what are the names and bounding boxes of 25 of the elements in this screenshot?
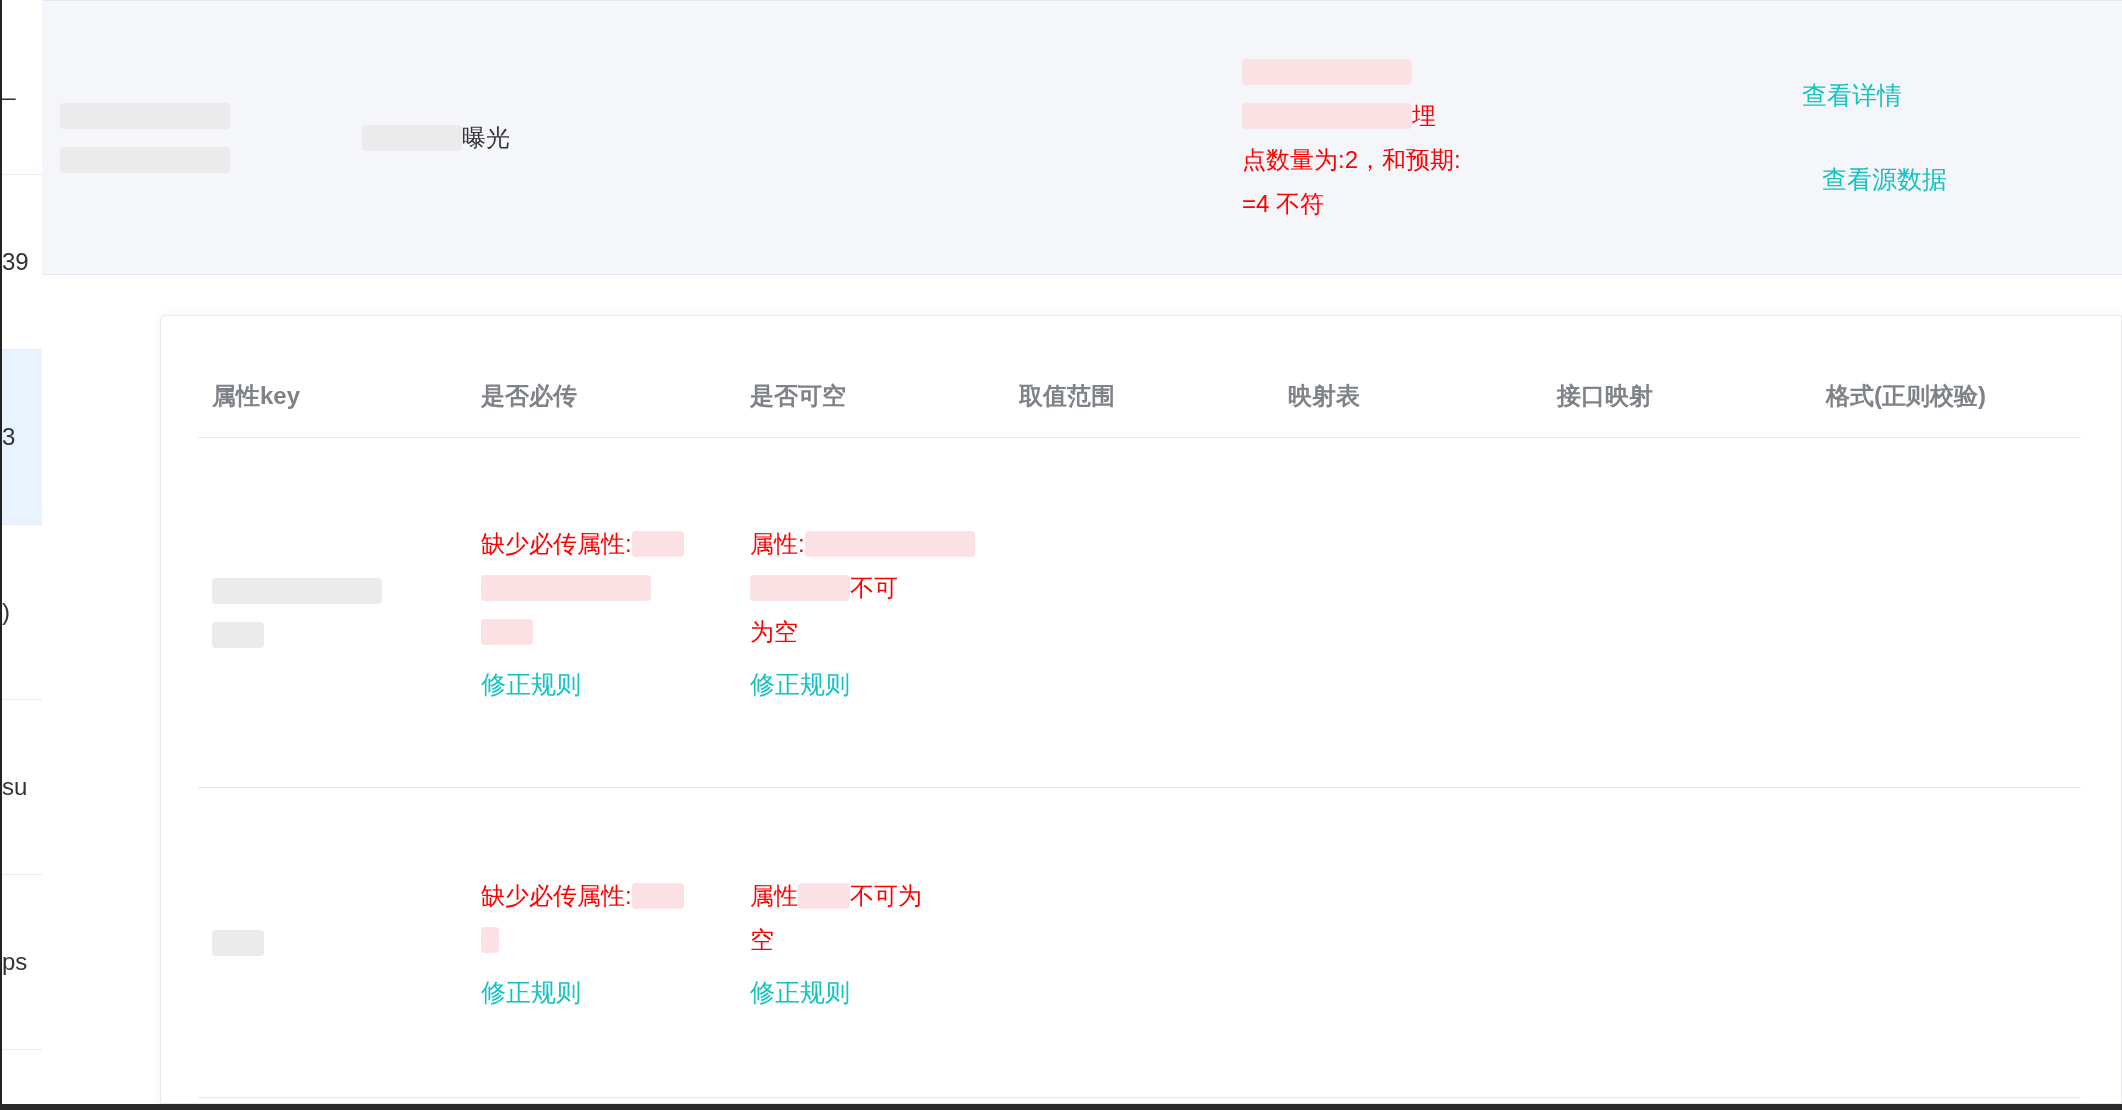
redaction-mask [631, 530, 684, 557]
redaction-mask [631, 882, 684, 909]
redaction-mask [481, 618, 533, 645]
column-header: 取值范围 [1018, 380, 1116, 411]
message-text: 点数量为:2，和预期: [1242, 144, 1461, 175]
column-header: 映射表 [1287, 380, 1361, 411]
message-text: 属性 [750, 880, 798, 911]
column-header: 是否可空 [749, 380, 847, 411]
column-header: 接口映射 [1555, 380, 1654, 411]
message-text: 空 [750, 924, 774, 955]
column-header: 格式(正则校验) [1824, 380, 1987, 411]
column-header: 是否必传 [480, 380, 578, 411]
message-text: =4 不符 [1242, 188, 1325, 219]
message-text: 缺少必传属性: [481, 528, 632, 559]
message-text: 缺少必传属性: [481, 880, 632, 911]
message-text: 曝光 [462, 122, 510, 153]
column-header: 属性key [211, 380, 302, 411]
message-text: 不可为 [850, 880, 922, 911]
message-text: 埋 [1412, 100, 1436, 131]
message-text: 为空 [750, 616, 798, 647]
redaction-mask [798, 882, 850, 909]
message-text: 不可 [850, 572, 898, 603]
redaction-mask [481, 926, 499, 953]
list-item[interactable]: 3 [2, 350, 42, 525]
message-text: 属性: [750, 528, 805, 559]
